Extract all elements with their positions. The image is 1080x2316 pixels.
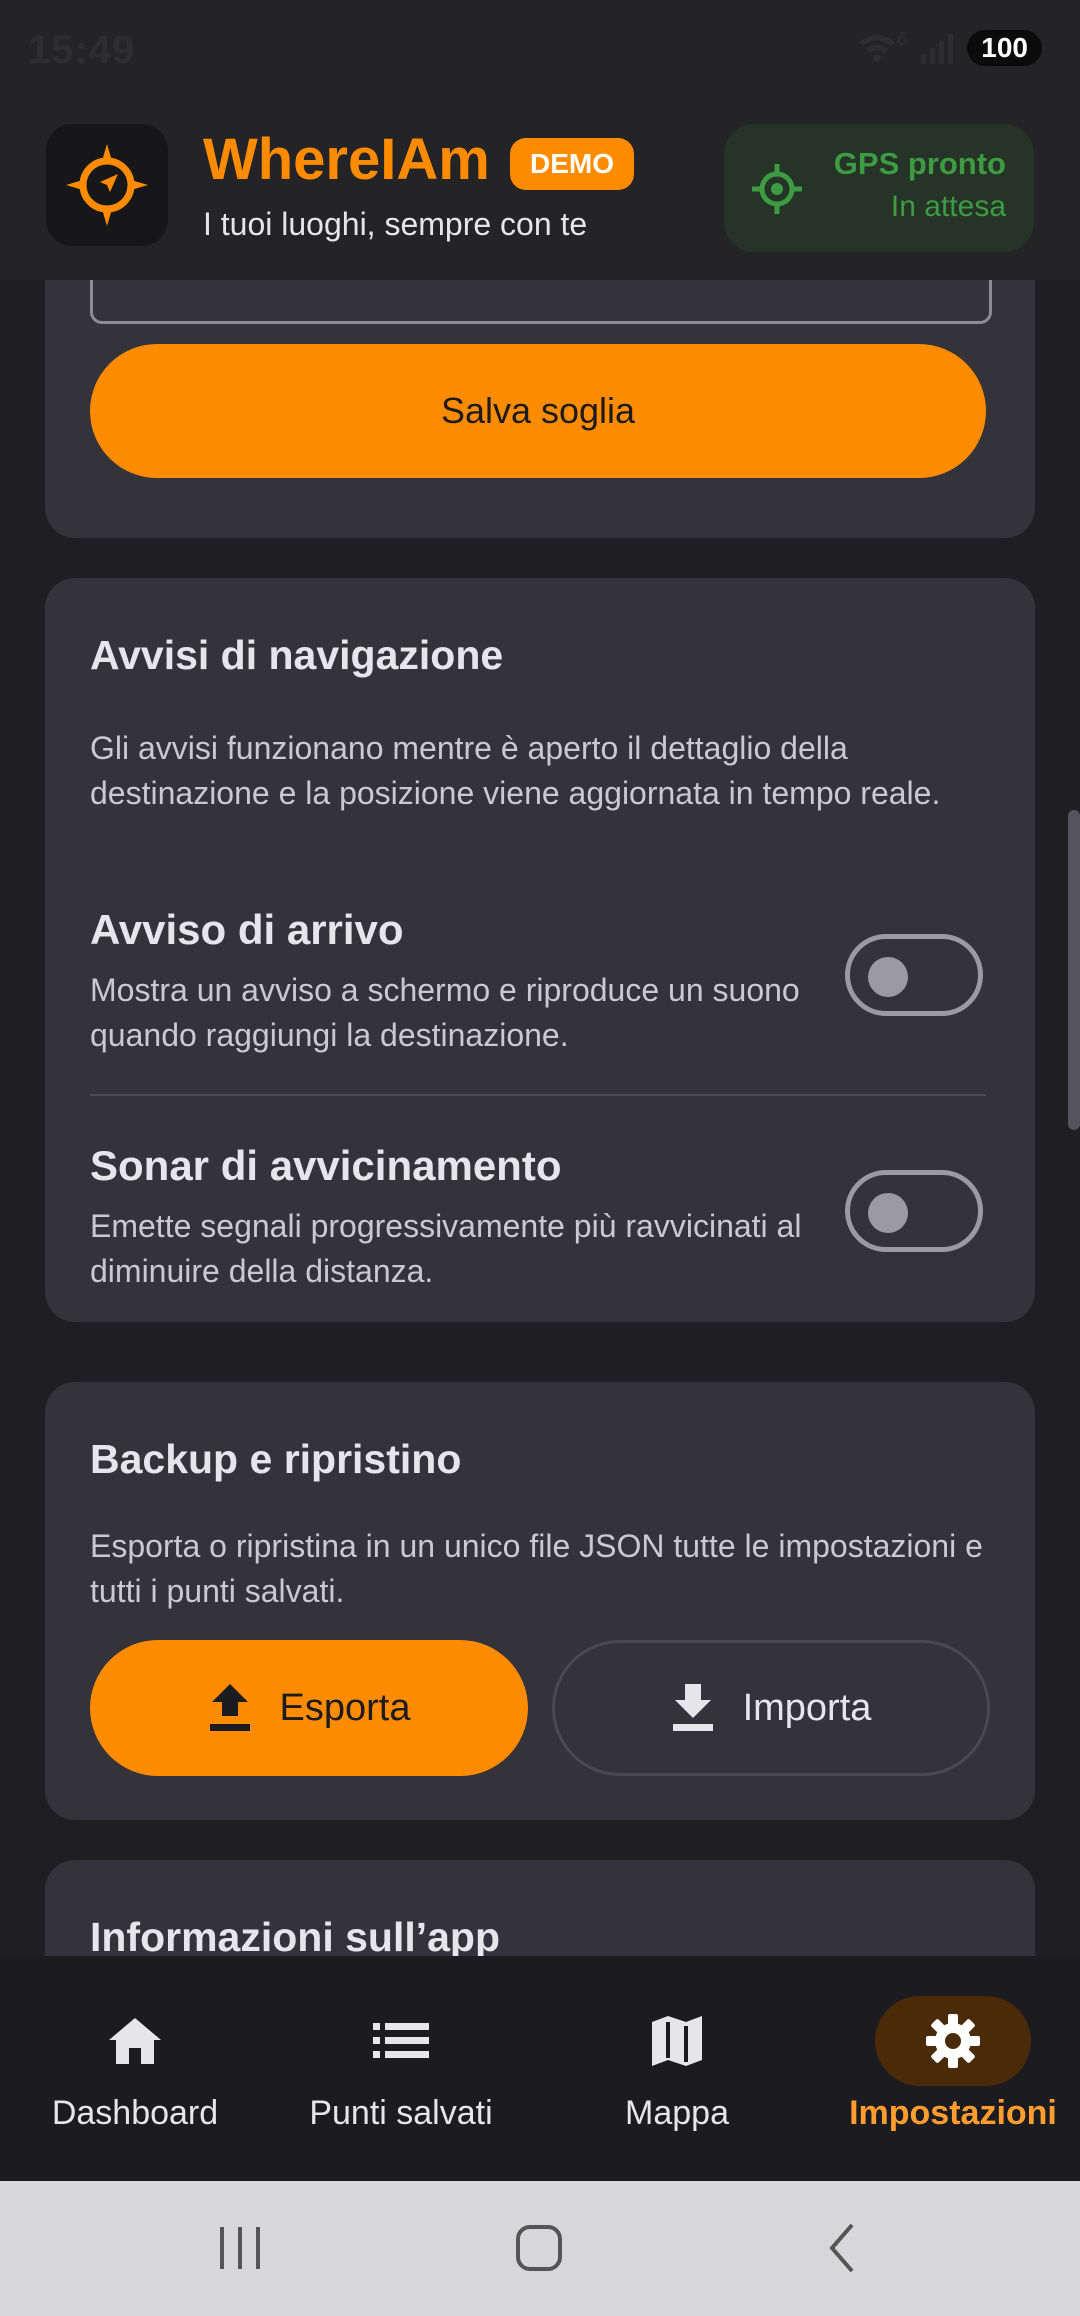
app-subtitle: I tuoi luoghi, sempre con te: [203, 206, 588, 242]
backup-card-title: Backup e ripristino: [90, 1436, 462, 1482]
bottom-navigation: Dashboard Punti salvati Mappa Impostazio…: [0, 1956, 1080, 2181]
signal-icon: [921, 34, 954, 64]
map-icon: [652, 2016, 702, 2066]
settings-divider: [90, 1094, 986, 1096]
proximity-sonar-title: Sonar di avvicinamento: [90, 1142, 562, 1189]
recent-apps-icon[interactable]: [216, 2221, 264, 2275]
nav-icon-container: [57, 1996, 213, 2086]
compass-icon: [66, 144, 148, 226]
backup-card-description: Esporta o ripristina in un unico file JS…: [90, 1528, 983, 1609]
nav-icon-container: [875, 1996, 1031, 2086]
alerts-card-title: Avvisi di navigazione: [90, 632, 504, 678]
gps-status-text: GPS pronto: [833, 146, 1006, 181]
app-header: WhereIAm DEMO I tuoi luoghi, sempre con …: [0, 104, 1080, 280]
list-icon: [373, 2023, 429, 2058]
system-navigation-bar: [0, 2181, 1080, 2316]
status-time: 15:49: [28, 28, 136, 72]
screen: 15:49 6 100 WhereIAm DEMO I tuoi luoghi,…: [0, 0, 1080, 2316]
import-button[interactable]: Importa: [552, 1640, 990, 1776]
nav-item-settings[interactable]: Impostazioni: [818, 1956, 1080, 2181]
nav-label-saved-points: Punti salvati: [309, 2094, 493, 2132]
app-title: WhereIAm: [203, 127, 490, 192]
navigation-alerts-card: Avvisi di navigazione Gli avvisi funzion…: [45, 578, 1035, 1322]
battery-indicator: 100: [967, 30, 1042, 66]
app-info-card: Informazioni sull’app: [45, 1860, 1035, 1956]
gear-icon: [926, 2014, 980, 2068]
arrival-alert-description: Mostra un avviso a schermo e riproduce u…: [90, 972, 800, 1053]
nav-label-map: Mappa: [625, 2094, 729, 2132]
arrival-alert-toggle[interactable]: [845, 934, 983, 1016]
nav-item-map[interactable]: Mappa: [542, 1956, 812, 2181]
nav-item-dashboard[interactable]: Dashboard: [0, 1956, 270, 2181]
gps-substatus-text: In attesa: [890, 190, 1006, 223]
gps-target-icon: [752, 164, 802, 214]
export-button[interactable]: Esporta: [90, 1640, 528, 1776]
status-icons: 6 100: [857, 28, 1042, 66]
alerts-card-description: Gli avvisi funzionano mentre è aperto il…: [90, 730, 941, 811]
nav-item-saved-points[interactable]: Punti salvati: [266, 1956, 536, 2181]
proximity-sonar-toggle[interactable]: [845, 1170, 983, 1252]
settings-content[interactable]: Salva soglia Avvisi di navigazione Gli a…: [0, 280, 1080, 1956]
nav-label-dashboard: Dashboard: [51, 2094, 219, 2132]
nav-icon-container: [323, 1996, 479, 2086]
save-threshold-button[interactable]: Salva soglia: [90, 344, 986, 478]
demo-badge: DEMO: [510, 138, 634, 190]
export-label: Esporta: [279, 1686, 411, 1729]
wifi-icon: [859, 35, 896, 62]
app-info-title: Informazioni sull’app: [90, 1914, 501, 1956]
status-bar: 15:49 6 100: [0, 0, 1080, 104]
nav-label-settings: Impostazioni: [849, 2094, 1057, 2132]
nav-icon-container: [599, 1996, 755, 2086]
upload-icon: [209, 1684, 250, 1731]
back-icon[interactable]: [822, 2221, 862, 2275]
threshold-input[interactable]: [90, 280, 992, 324]
network-type: 6: [897, 28, 908, 49]
app-logo: [46, 124, 168, 246]
scrollbar[interactable]: [1068, 810, 1080, 1130]
download-icon: [672, 1684, 713, 1731]
backup-card: Backup e ripristino Esporta o ripristina…: [45, 1382, 1035, 1820]
gps-status-chip[interactable]: GPS pronto In attesa: [724, 124, 1034, 252]
threshold-card: Salva soglia: [45, 280, 1035, 538]
import-label: Importa: [742, 1686, 872, 1729]
home-button-icon[interactable]: [514, 2221, 566, 2275]
home-icon: [109, 2018, 161, 2064]
toggle-knob: [868, 1193, 908, 1233]
toggle-knob: [868, 957, 908, 997]
arrival-alert-title: Avviso di arrivo: [90, 906, 404, 953]
proximity-sonar-description: Emette segnali progressivamente più ravv…: [90, 1208, 802, 1289]
